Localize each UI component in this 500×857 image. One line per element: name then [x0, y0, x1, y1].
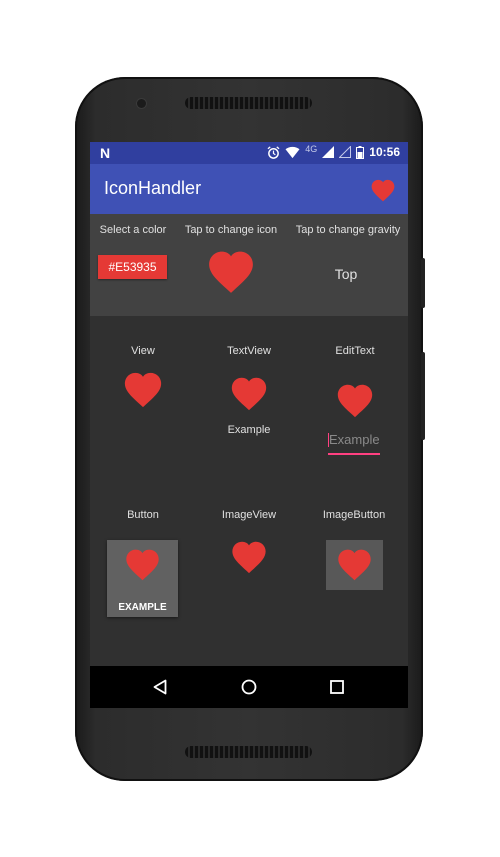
heart-icon[interactable] [370, 178, 396, 202]
status-time: 10:56 [369, 145, 400, 159]
status-icons: 4G 10:56 [267, 144, 400, 159]
textview-text: Example [227, 424, 271, 436]
imagebutton-label: ImageButton [322, 509, 386, 521]
imageview-label: ImageView [221, 509, 277, 521]
app-bar: IconHandler [90, 164, 408, 214]
edittext-field[interactable]: Example [328, 431, 380, 455]
home-icon[interactable] [241, 679, 257, 695]
button-heart-icon [124, 547, 161, 581]
front-camera [137, 99, 146, 108]
recents-icon[interactable] [330, 680, 344, 694]
button-text: EXAMPLE [118, 602, 167, 613]
status-bar: N 4G 10:56 [90, 142, 408, 164]
settings-panel: Select a color Tap to change icon Tap to… [90, 214, 408, 316]
volume-button [421, 352, 425, 440]
imageview-heart-icon [230, 539, 268, 574]
imagebutton-heart-icon [336, 547, 373, 581]
navigation-bar [90, 666, 408, 708]
network-type: 4G [305, 144, 318, 154]
text-caret [328, 433, 329, 447]
color-picker-button[interactable]: #E53935 [98, 255, 167, 279]
top-speaker [185, 97, 312, 109]
signal-icon [322, 146, 335, 158]
edittext-heart-icon [335, 382, 375, 418]
button-label: Button [127, 509, 159, 521]
bottom-speaker [185, 746, 312, 758]
example-button[interactable]: EXAMPLE [107, 540, 178, 617]
power-button [421, 258, 425, 308]
wifi-icon [285, 146, 300, 158]
edittext-label: EditText [335, 345, 375, 357]
icon-label: Tap to change icon [184, 224, 278, 236]
heart-icon[interactable] [206, 248, 256, 294]
edittext-placeholder: Example [329, 432, 380, 447]
signal-empty-icon [339, 146, 352, 158]
view-heart-icon [122, 370, 164, 408]
notification-icon: N [100, 145, 111, 161]
color-label: Select a color [99, 224, 167, 236]
gravity-toggle[interactable]: Top [322, 266, 370, 282]
app-title: IconHandler [104, 178, 202, 198]
image-button[interactable] [326, 540, 383, 590]
battery-icon [356, 145, 365, 159]
textview-heart-icon [229, 375, 269, 411]
alarm-icon [267, 145, 280, 159]
textview-label: TextView [227, 345, 271, 357]
screen: N 4G 10:56 IconHandler Select a color Ta… [90, 142, 408, 708]
gravity-label: Tap to change gravity [295, 224, 401, 236]
back-icon[interactable] [153, 679, 167, 695]
view-label: View [131, 345, 155, 357]
